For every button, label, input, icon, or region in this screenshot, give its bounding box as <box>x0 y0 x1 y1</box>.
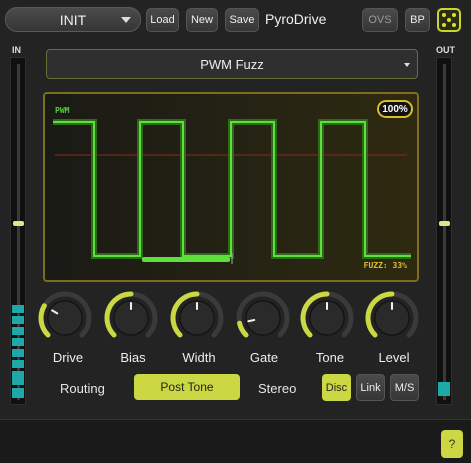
waveform-display: PWM 100% FUZZ: 33% <box>43 92 419 282</box>
save-button[interactable]: Save <box>225 8 259 32</box>
routing-label: Routing <box>60 381 105 396</box>
waveform-label: PWM <box>55 106 70 115</box>
help-button[interactable]: ? <box>441 430 463 458</box>
chevron-down-icon <box>404 63 410 67</box>
randomize-dice-icon[interactable] <box>437 8 461 32</box>
new-button[interactable]: New <box>186 8 218 32</box>
output-meter[interactable] <box>436 57 452 405</box>
gate-knob[interactable] <box>235 290 291 346</box>
input-meter-label: IN <box>12 45 21 55</box>
output-meter-label: OUT <box>436 45 455 55</box>
drive-label: Drive <box>52 350 84 365</box>
bp-button[interactable]: BP <box>405 8 430 32</box>
mix-percent-badge[interactable]: 100% <box>377 100 413 118</box>
level-knob[interactable] <box>364 290 420 346</box>
ovs-button[interactable]: OVS <box>362 8 398 32</box>
width-label: Width <box>182 350 216 365</box>
bias-label: Bias <box>120 350 146 365</box>
preset-name: INIT <box>59 11 87 28</box>
fuzz-readout: FUZZ: 33% <box>363 261 407 270</box>
preset-selector[interactable]: INIT <box>5 7 141 32</box>
stereo-link-button[interactable]: Link <box>356 374 385 401</box>
tone-label: Tone <box>315 350 345 365</box>
stereo-disc-button[interactable]: Disc <box>322 374 351 401</box>
tone-knob[interactable] <box>299 290 355 346</box>
pulse-width-bar <box>142 257 230 262</box>
plugin-panel: INIT Load New Save PyroDrive OVS BP IN O… <box>0 0 471 420</box>
stereo-label: Stereo <box>258 381 297 396</box>
distortion-mode-value: PWM Fuzz <box>200 56 264 72</box>
drive-knob[interactable] <box>37 290 93 346</box>
chevron-down-icon <box>121 17 131 23</box>
stereo-ms-button[interactable]: M/S <box>390 374 419 401</box>
output-gain-thumb[interactable] <box>439 221 450 226</box>
load-button[interactable]: Load <box>146 8 179 32</box>
footer-bar <box>0 420 471 463</box>
level-label: Level <box>378 350 410 365</box>
bias-knob[interactable] <box>103 290 159 346</box>
input-meter[interactable] <box>10 57 26 405</box>
plugin-title: PyroDrive <box>265 11 327 27</box>
gate-label: Gate <box>249 350 279 365</box>
routing-post-tone-button[interactable]: Post Tone <box>134 374 240 400</box>
input-gain-thumb[interactable] <box>13 221 24 226</box>
waveform-svg <box>45 94 417 280</box>
width-knob[interactable] <box>169 290 225 346</box>
distortion-mode-dropdown[interactable]: PWM Fuzz <box>46 49 418 79</box>
